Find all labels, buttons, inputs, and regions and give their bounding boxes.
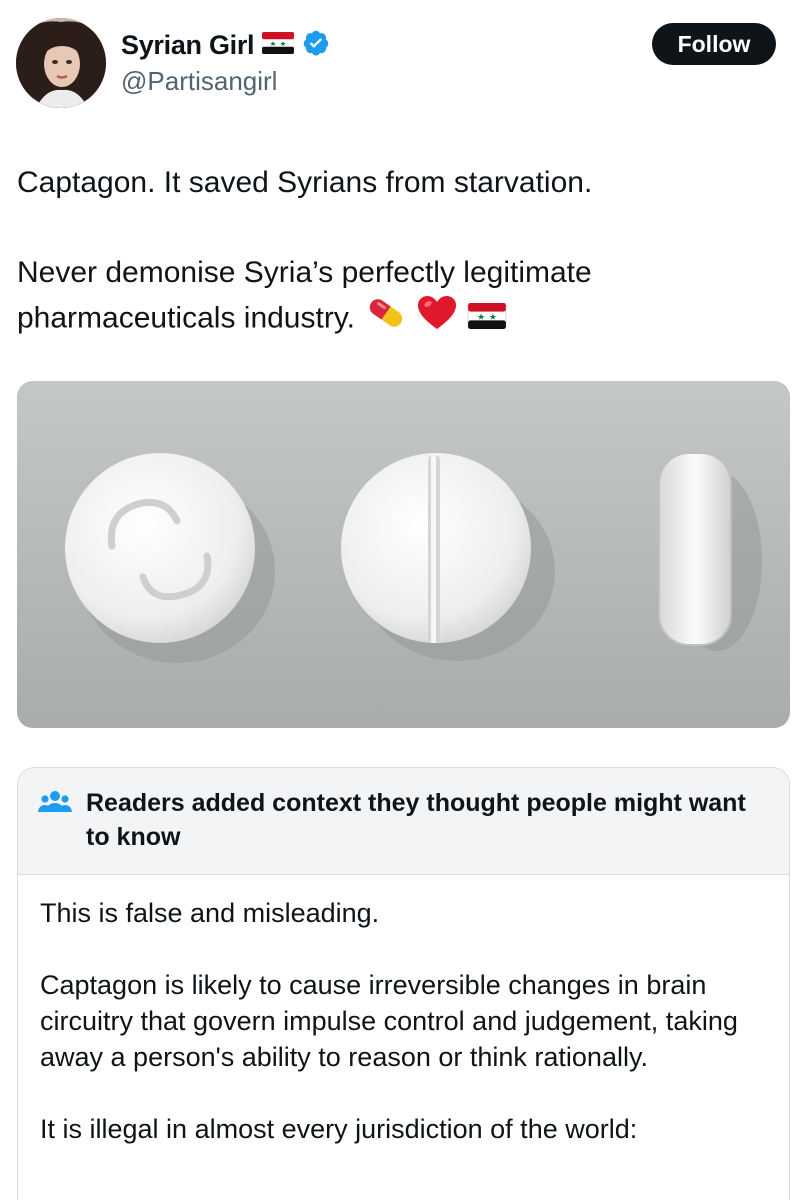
pill-icon	[365, 296, 407, 343]
follow-button[interactable]: Follow	[652, 23, 776, 65]
community-note-title: Readers added context they thought peopl…	[86, 789, 746, 851]
tweet-text-line: Captagon. It saved Syrians from starvati…	[17, 166, 593, 199]
community-note-body: This is false and misleading. Captagon i…	[18, 875, 789, 1147]
display-name[interactable]: Syrian Girl	[121, 30, 255, 61]
pill-side-view	[659, 453, 731, 645]
red-heart-icon	[417, 295, 457, 344]
tweet-header: Syrian Girl @Partisangirl Follow	[0, 0, 807, 120]
note-paragraph: This is false and misleading.	[40, 898, 380, 928]
community-note[interactable]: Readers added context they thought peopl…	[17, 767, 790, 1200]
note-paragraph: Captagon is likely to cause irreversible…	[40, 970, 738, 1072]
verified-badge-icon	[302, 29, 330, 62]
author-handle[interactable]: @Partisangirl	[121, 66, 277, 97]
author-name-row[interactable]: Syrian Girl	[121, 26, 330, 64]
pill-logo-face	[65, 453, 255, 643]
note-paragraph: It is illegal in almost every jurisdicti…	[40, 1114, 638, 1144]
tweet-text: Captagon. It saved Syrians from starvati…	[17, 160, 777, 344]
community-note-header: Readers added context they thought peopl…	[18, 768, 789, 875]
syria-flag-icon	[261, 31, 295, 59]
tweet-text-line: Never demonise Syria’s perfectly legitim…	[17, 256, 592, 289]
avatar[interactable]	[16, 18, 106, 108]
people-group-icon	[38, 788, 72, 823]
syria-flag-icon	[467, 297, 507, 342]
tweet-image[interactable]	[17, 381, 790, 728]
tweet-text-line: pharmaceuticals industry.	[17, 295, 777, 344]
